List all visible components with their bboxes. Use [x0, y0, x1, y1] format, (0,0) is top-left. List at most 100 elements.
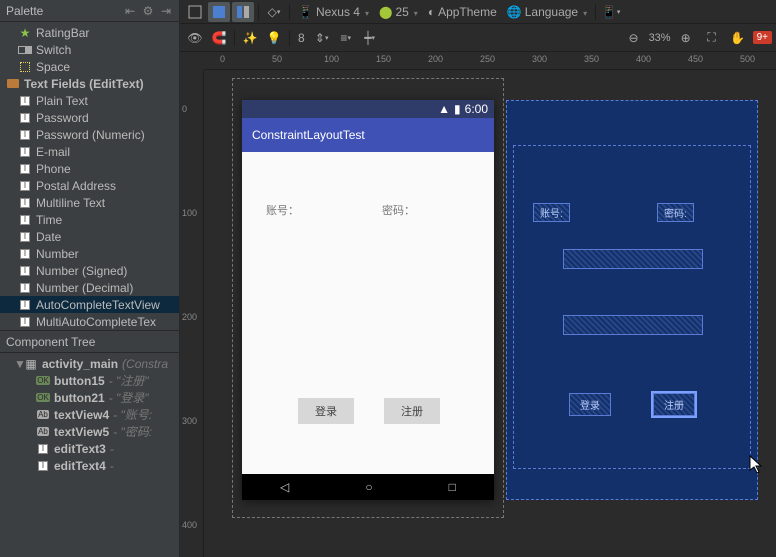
language-selector[interactable]: 🌐Language — [503, 5, 591, 19]
component-tree-header: Component Tree — [0, 331, 179, 353]
zoom-out-icon[interactable]: ⊖ — [623, 28, 645, 48]
palette-item-number[interactable]: INumber — [0, 245, 179, 262]
ruler-tick: 400 — [182, 520, 197, 530]
ct-node-textView5[interactable]: AbtextView5 - "密码: — [0, 423, 179, 440]
textfield-icon: I — [18, 163, 32, 175]
fit-icon[interactable]: ⛶ — [701, 28, 723, 48]
warnings-badge[interactable]: 9+ — [753, 31, 772, 44]
palette-item-date[interactable]: IDate — [0, 228, 179, 245]
palette-item-switch[interactable]: Switch — [0, 41, 179, 58]
split-view-icon[interactable] — [232, 2, 254, 22]
palette-item-phone[interactable]: IPhone — [0, 160, 179, 177]
variant-icon[interactable]: 📱▾ — [600, 2, 622, 22]
ruler-tick: 250 — [480, 54, 495, 64]
edittext-icon: I — [38, 461, 48, 471]
palette-item-number-signed-[interactable]: INumber (Signed) — [0, 262, 179, 279]
gear-icon[interactable]: ⚙ — [141, 4, 155, 18]
ruler-tick: 0 — [220, 54, 225, 64]
star-icon: ★ — [18, 27, 32, 39]
palette-group-textfields[interactable]: Text Fields (EditText) — [0, 75, 179, 92]
login-button[interactable]: 登录 — [298, 398, 354, 424]
eye-icon[interactable]: 👁 — [184, 28, 206, 48]
api-selector[interactable]: ⬤25 — [375, 5, 422, 19]
ruler-tick: 50 — [272, 54, 282, 64]
textfield-icon: I — [18, 282, 32, 294]
magnet-icon[interactable]: 🧲 — [208, 28, 230, 48]
ruler-vertical: 0100200300400 — [180, 70, 204, 557]
bp-label-account[interactable]: 账号: — [533, 203, 570, 222]
app-bar: ConstraintLayoutTest — [242, 118, 494, 152]
palette-item-autocompletetextview[interactable]: IAutoCompleteTextView — [0, 296, 179, 313]
palette-item-password[interactable]: IPassword — [0, 109, 179, 126]
palette-item-ratingbar[interactable]: ★RatingBar — [0, 24, 179, 41]
layout-icon: ▦ — [24, 357, 38, 371]
palette-item-password-numeric-[interactable]: IPassword (Numeric) — [0, 126, 179, 143]
palette-item-space[interactable]: Space — [0, 58, 179, 75]
bulb-icon[interactable]: 💡 — [263, 28, 285, 48]
collapse-icon[interactable]: ⇤ — [123, 4, 137, 18]
globe-icon: 🌐 — [507, 5, 522, 19]
designer-toolbar-second: 👁 🧲 ✨ 💡 8 ⇕▾ ≡▾ ┿▾ ⊖ 33% ⊕ ⛶ ✋ 9+ — [180, 24, 776, 52]
nav-back-icon: ◁ — [280, 480, 289, 494]
palette-item-postal-address[interactable]: IPostal Address — [0, 177, 179, 194]
palette-item-time[interactable]: ITime — [0, 211, 179, 228]
textfield-icon: I — [18, 214, 32, 226]
pan-icon[interactable]: ✋ — [727, 28, 749, 48]
label-password[interactable]: 密码： — [382, 202, 415, 218]
ct-node-editText4[interactable]: IeditText4 - — [0, 457, 179, 474]
ruler-tick: 350 — [584, 54, 599, 64]
design-canvas[interactable]: ▲ ▮ 6:00 ConstraintLayoutTest 账号： 密码： 登录… — [204, 70, 776, 557]
palette-item-multiautocompletetex[interactable]: IMultiAutoCompleteTex — [0, 313, 179, 330]
ruler-tick: 500 — [740, 54, 755, 64]
palette-item-number-decimal-[interactable]: INumber (Decimal) — [0, 279, 179, 296]
bp-edittext3[interactable] — [563, 249, 703, 269]
default-margin[interactable]: 8 — [294, 31, 309, 45]
edittext-icon: I — [38, 444, 48, 454]
align-icon[interactable]: ≡▾ — [335, 28, 357, 48]
palette-tree: ★RatingBar Switch Space Text Fields (Edi… — [0, 22, 179, 332]
ruler-tick: 200 — [428, 54, 443, 64]
design-tab-icon[interactable] — [184, 2, 206, 22]
ruler-tick: 100 — [182, 208, 197, 218]
palette-item-e-mail[interactable]: IE-mail — [0, 143, 179, 160]
register-button[interactable]: 注册 — [384, 398, 440, 424]
guideline-icon[interactable]: ┿▾ — [359, 28, 381, 48]
zoom-in-icon[interactable]: ⊕ — [675, 28, 697, 48]
separator-icon[interactable]: ⇥ — [159, 4, 173, 18]
android-icon: ⬤ — [379, 5, 392, 19]
layout-content[interactable]: 账号： 密码： 登录 注册 — [242, 152, 494, 474]
ruler-tick: 100 — [324, 54, 339, 64]
textfield-icon: I — [18, 248, 32, 260]
bp-register-button[interactable]: 注册 — [653, 393, 695, 416]
bp-login-button[interactable]: 登录 — [569, 393, 611, 416]
component-tree-title: Component Tree — [6, 335, 173, 349]
design-blueprint-icon[interactable] — [208, 2, 230, 22]
ruler-horizontal: 050100150200250300350400450500 — [204, 52, 776, 70]
ok-icon: OK — [36, 376, 50, 385]
palette-item-multiline-text[interactable]: IMultiline Text — [0, 194, 179, 211]
bp-edittext4[interactable] — [563, 315, 703, 335]
folder-icon — [6, 78, 20, 90]
spacing-icon[interactable]: ⇕▾ — [311, 28, 333, 48]
blueprint-preview[interactable]: 账号: 密码: 登录 注册 — [506, 100, 758, 500]
theme-selector[interactable]: ◐AppTheme — [424, 5, 501, 19]
textview-icon: Ab — [37, 427, 49, 436]
orientation-icon[interactable]: ◇▾ — [263, 2, 285, 22]
nav-bar: ◁ ○ □ — [242, 474, 494, 500]
disclosure-icon[interactable]: ▼ — [14, 357, 24, 371]
ct-root[interactable]: ▼ ▦ activity_main (Constra — [0, 355, 179, 372]
design-preview[interactable]: ▲ ▮ 6:00 ConstraintLayoutTest 账号： 密码： 登录… — [242, 100, 494, 500]
bp-label-password[interactable]: 密码: — [657, 203, 694, 222]
palette-item-plain-text[interactable]: IPlain Text — [0, 92, 179, 109]
ct-node-editText3[interactable]: IeditText3 - — [0, 440, 179, 457]
ct-node-button15[interactable]: OKbutton15 - "注册" — [0, 372, 179, 389]
theme-icon: ◐ — [428, 5, 435, 19]
device-selector[interactable]: 📱Nexus 4 — [294, 5, 373, 19]
battery-icon: ▮ — [454, 102, 461, 116]
label-account[interactable]: 账号： — [266, 202, 299, 218]
palette-header: Palette ⇤ ⚙ ⇥ — [0, 0, 179, 22]
ct-node-button21[interactable]: OKbutton21 - "登录" — [0, 389, 179, 406]
textfield-icon: I — [18, 112, 32, 124]
wand-icon[interactable]: ✨ — [239, 28, 261, 48]
ct-node-textView4[interactable]: AbtextView4 - "账号: — [0, 406, 179, 423]
